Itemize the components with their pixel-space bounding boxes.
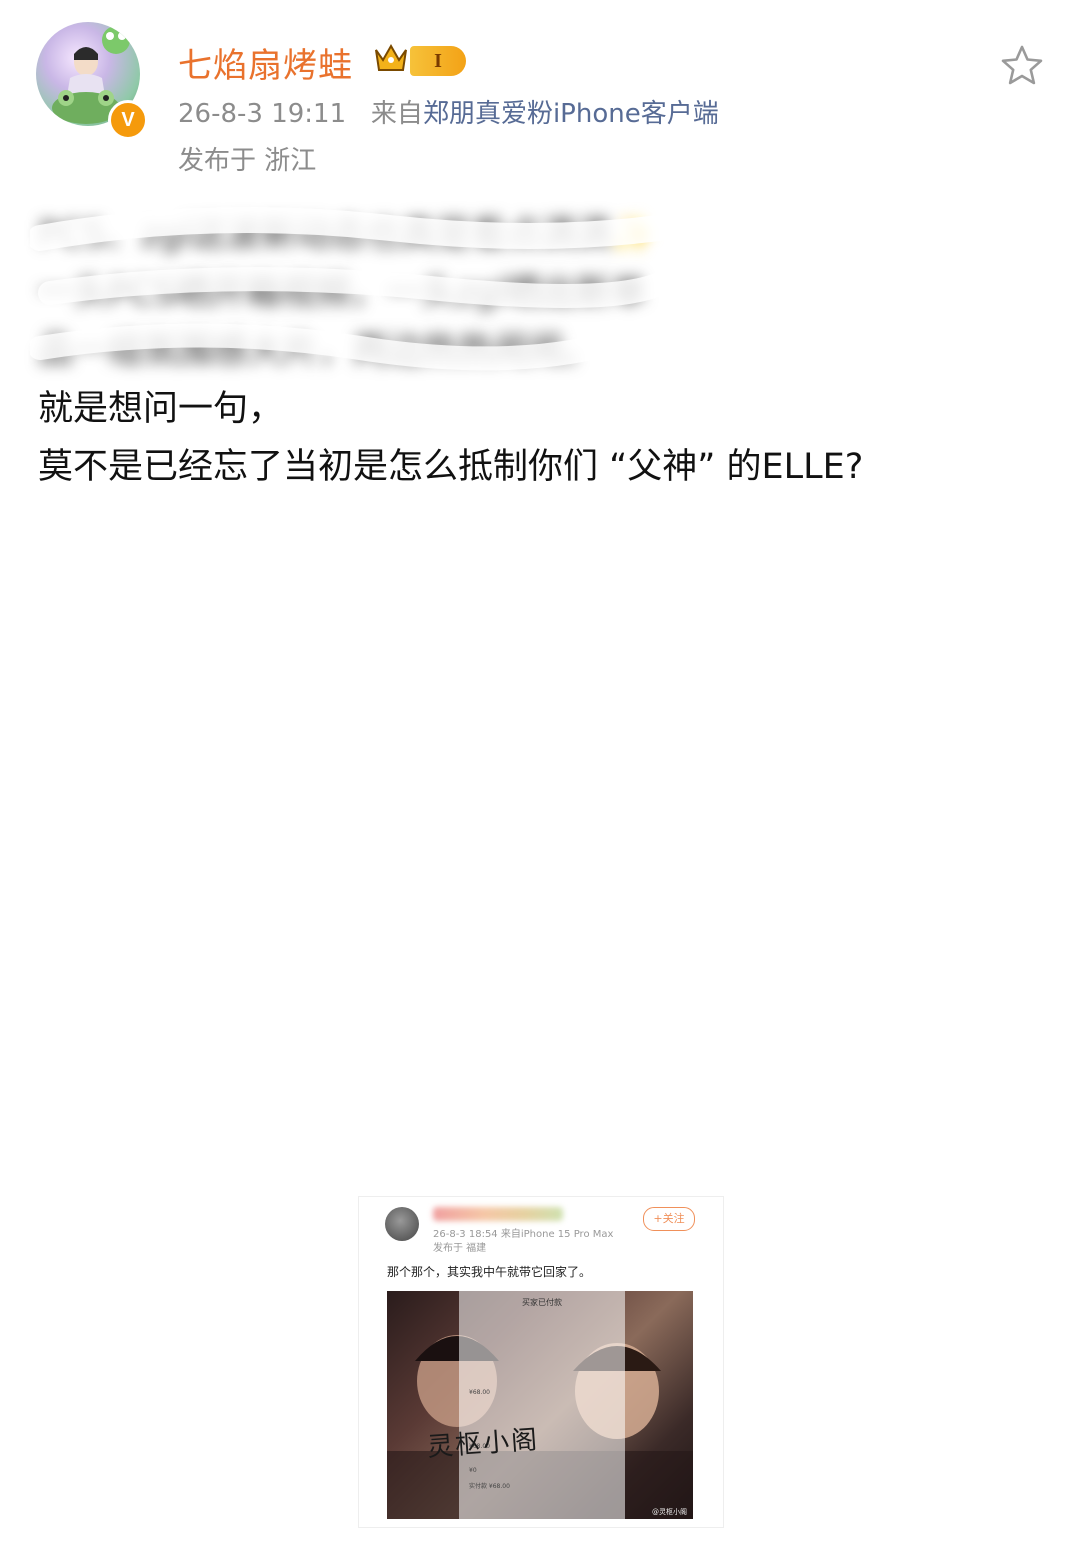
level-badge: I <box>410 46 466 76</box>
content-line-1: PCS、zgl这波新动态也真是看点满满✨ <box>38 215 655 255</box>
post-location: 发布于 浙江 <box>178 146 317 176</box>
post-meta: 26-8-3 19:11 来自郑朋真爱粉iPhone客户端 <box>178 93 719 130</box>
embedded-photo: 买家已付款 ¥68.00 ¥68.00 ¥0 实付款 ¥68.00 灵枢小阁 @… <box>387 1291 693 1519</box>
order-receipt-overlay: 买家已付款 ¥68.00 ¥68.00 ¥0 实付款 ¥68.00 <box>459 1291 625 1519</box>
embedded-username-redacted <box>433 1207 563 1221</box>
content-line-2: 一头PCS晒开箱视频，一头zgl晒出新单 <box>38 273 647 313</box>
embedded-post-screenshot[interactable]: +关注 26-8-3 18:54 来自iPhone 15 Pro Max 发布于… <box>358 1196 724 1528</box>
verified-v-icon: V <box>108 100 148 140</box>
content-line-5: 莫不是已经忘了当初是怎么抵制你们 “父神” 的ELLE? <box>38 447 864 487</box>
calligraphy-title: 灵枢小阁 <box>426 1425 541 1463</box>
content-line-4: 就是想问一句， <box>38 389 284 429</box>
photo-watermark: @灵枢小阁 <box>652 1508 687 1516</box>
embedded-follow-button: +关注 <box>643 1207 695 1231</box>
embedded-meta: 26-8-3 18:54 来自iPhone 15 Pro Max <box>433 1229 614 1240</box>
star-outline-icon[interactable] <box>998 42 1046 90</box>
source-prefix: 来自 <box>370 99 423 129</box>
username[interactable]: 七焰扇烤蛙 <box>178 38 353 87</box>
content-line-3: 品一组氛围感大片，两边热热闹闹。 <box>38 331 599 371</box>
source-link[interactable]: 郑朋真爱粉iPhone客户端 <box>423 99 719 129</box>
embedded-text: 那个那个，其实我中午就带它回家了。 <box>387 1265 592 1279</box>
embedded-location: 发布于 福建 <box>433 1243 487 1254</box>
embedded-avatar <box>385 1207 419 1241</box>
post-header: V 七焰扇烤蛙 I 26-8-3 19:11 来自郑朋真爱粉iPhone客户端 … <box>0 0 1080 190</box>
crown-icon <box>375 43 407 71</box>
post-content: PCS、zgl这波新动态也真是看点满满✨ 一头PCS晒开箱视频，一头zgl晒出新… <box>38 206 1038 496</box>
post-timestamp: 26-8-3 19:11 <box>178 99 347 129</box>
